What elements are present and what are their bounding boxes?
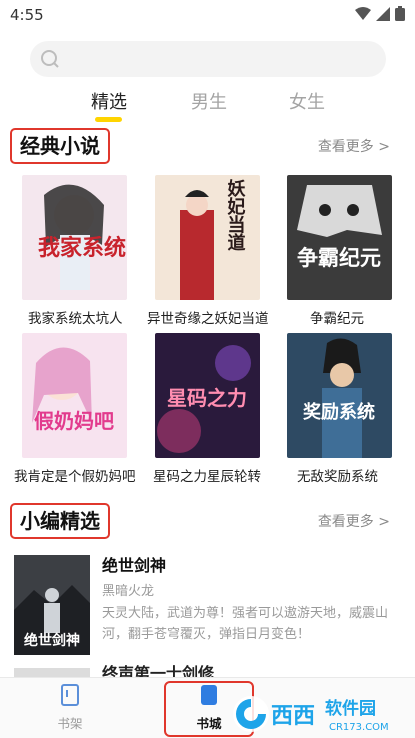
- tab-female[interactable]: 女生: [289, 88, 325, 114]
- book-cover: 假奶妈吧: [22, 333, 127, 458]
- bookshelf-icon: [61, 684, 79, 706]
- book-cover: 我家系统: [22, 175, 127, 300]
- tab-indicator: [95, 117, 122, 122]
- featured-title: 绝世剑神: [102, 556, 167, 575]
- nav-bookshelf[interactable]: 书架: [40, 684, 100, 732]
- featured-cover: 绝世剑神: [14, 555, 90, 655]
- featured-author: 黑暗火龙: [102, 584, 155, 599]
- battery-icon: [395, 6, 405, 21]
- watermark-url: CR173.COM: [329, 722, 389, 733]
- book-cover: 妖妃当道: [155, 175, 260, 300]
- cover-title: 奖励系统: [303, 401, 375, 423]
- status-icons: [355, 6, 405, 21]
- cover-title: 妖妃当道: [225, 178, 246, 251]
- cover-title: 我家系统: [38, 235, 126, 261]
- status-time: 4:55: [10, 6, 44, 24]
- more-link[interactable]: 查看更多 >: [318, 511, 390, 531]
- book-title: 争霸纪元: [310, 311, 364, 327]
- tab-male[interactable]: 男生: [191, 88, 227, 114]
- book-title: 我肯定是个假奶妈吧: [14, 469, 136, 485]
- book-cover: 奖励系统: [287, 333, 392, 458]
- wifi-icon: [355, 6, 371, 20]
- book-cover: 星码之力: [155, 333, 260, 458]
- watermark-brand: 西西: [271, 704, 315, 729]
- book-title: 星码之力星辰轮转: [153, 469, 261, 485]
- cover-title: 争霸纪元: [297, 246, 381, 270]
- book-title: 异世奇缘之妖妃当道: [147, 311, 269, 327]
- book-title: 无敌奖励系统: [297, 469, 378, 485]
- search-icon: [41, 50, 59, 68]
- section-title: 小编精选: [10, 503, 110, 539]
- watermark-site: 软件园: [325, 698, 376, 719]
- tab-featured[interactable]: 精选: [91, 88, 127, 114]
- signal-icon: [376, 6, 390, 21]
- site-watermark: 西西 软件园 CR173.COM: [225, 690, 415, 738]
- bookstore-icon: [201, 685, 217, 705]
- cover-title: 绝世剑神: [24, 632, 80, 649]
- category-tabs: 精选 男生 女生: [0, 86, 415, 122]
- more-link[interactable]: 查看更多 >: [318, 136, 390, 156]
- status-bar: 4:55: [0, 0, 415, 30]
- search-bar[interactable]: [30, 41, 386, 77]
- cover-title: 星码之力: [167, 386, 247, 410]
- section-title: 经典小说: [10, 128, 110, 164]
- featured-book[interactable]: 绝世剑神 绝世剑神 黑暗火龙 天灵大陆，武道为尊！强者可以遨游天地，威震山河，翻…: [0, 545, 415, 660]
- section-editor-header: 小编精选 查看更多 >: [0, 503, 415, 543]
- section-classic-header: 经典小说 查看更多 >: [0, 128, 415, 168]
- cover-title: 假奶妈吧: [34, 409, 114, 433]
- book-cover: 争霸纪元: [287, 175, 392, 300]
- featured-description: 天灵大陆，武道为尊！强者可以遨游天地，威震山河，翻手苍穹覆灭，弹指日月变色！: [102, 606, 389, 642]
- nav-label: 书架: [57, 716, 83, 731]
- book-title: 我家系统太坑人: [28, 311, 123, 327]
